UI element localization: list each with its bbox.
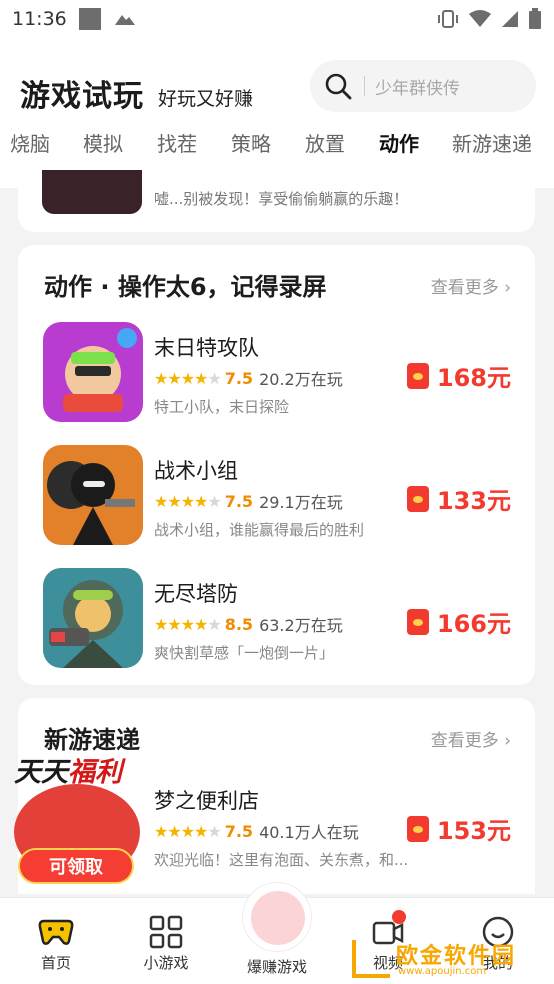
game-name: 无尽塔防 [154, 582, 238, 606]
game-score: 7.5 [224, 368, 254, 388]
nav-earn[interactable]: 爆赚游戏 [227, 956, 327, 977]
wifi-icon [469, 10, 491, 27]
search-icon [325, 73, 352, 100]
nav-home[interactable]: 首页 [6, 912, 106, 973]
star-rating-icon: ★★★★★ [154, 614, 222, 634]
nav-mini-games[interactable]: 小游戏 [116, 912, 216, 973]
game-rating: ★★★★★ 7.5 29.1万在玩 [154, 489, 343, 513]
game-item[interactable]: 末日特攻队 ★★★★★ 7.5 20.2万在玩 特工小队，末日探险 168元 [18, 322, 535, 426]
gamepad-icon [6, 912, 106, 952]
game-icon [43, 568, 143, 668]
red-packet-icon [406, 485, 429, 512]
tab-moni[interactable]: 模拟 [83, 128, 123, 157]
search-bar[interactable]: 少年群侠传 [310, 60, 536, 112]
chevron-right-icon: › [498, 731, 511, 751]
see-more-label[interactable]: 查看更多 [431, 731, 499, 751]
reward-amount: 166元 [436, 610, 511, 638]
tab-dongzuo[interactable]: 动作 [379, 128, 419, 157]
game-desc: 特工小队，末日探险 [154, 398, 290, 416]
reward-badge[interactable]: 168元 [406, 358, 511, 393]
cell-signal-icon [502, 11, 518, 27]
notification-icon [78, 8, 101, 30]
reward-badge[interactable]: 133元 [406, 481, 511, 516]
status-time: 11:36 [12, 8, 67, 30]
grid-icon [116, 912, 216, 952]
player-count: 29.1万在玩 [259, 493, 343, 512]
page-slogan: 好玩又好赚 [158, 88, 254, 110]
game-icon [43, 445, 143, 545]
see-more-link[interactable]: 查看更多 › [431, 273, 511, 298]
signal-mountain-icon [114, 15, 135, 25]
star-rating-icon: ★★★★★ [154, 491, 222, 511]
section-title: 动作 · 操作太6，记得录屏 [44, 273, 327, 301]
game-name: 梦之便利店 [154, 789, 259, 813]
watermark-url: www.apoujin.com [398, 966, 487, 977]
cash-icon [251, 891, 305, 945]
search-placeholder[interactable]: 少年群侠传 [375, 74, 460, 99]
reward-badge[interactable]: 153元 [406, 811, 511, 846]
chevron-right-icon: › [498, 278, 511, 298]
player-count: 63.2万在玩 [259, 616, 343, 635]
game-rating: ★★★★★ 7.5 20.2万在玩 [154, 366, 343, 390]
game-desc: 嘘...别被发现！享受偷偷躺赢的乐趣！ [154, 190, 409, 208]
see-more-link[interactable]: 查看更多 › [431, 726, 511, 751]
tab-shaonao[interactable]: 烧脑 [10, 128, 50, 157]
red-packet-icon [406, 362, 429, 389]
reward-badge[interactable]: 166元 [406, 604, 511, 639]
star-rating-icon: ★★★★★ [154, 368, 222, 388]
see-more-label[interactable]: 查看更多 [431, 278, 499, 298]
game-score: 7.5 [224, 491, 254, 511]
reward-amount: 168元 [436, 364, 511, 392]
game-name: 末日特攻队 [154, 336, 259, 360]
player-count: 20.2万在玩 [259, 370, 343, 389]
app-header: 游戏试玩 好玩又好赚 少年群侠传 烧脑 模拟 找茬 策略 放置 动作 新游速递 [0, 38, 554, 188]
star-rating-icon: ★★★★★ [154, 821, 222, 841]
game-desc: 欢迎光临！这里有泡面、关东煮，和... [154, 851, 409, 869]
search-divider [364, 76, 365, 96]
previous-card[interactable]: 嘘...别被发现！享受偷偷躺赢的乐趣！ [18, 170, 535, 232]
reward-amount: 133元 [436, 487, 511, 515]
action-section: 动作 · 操作太6，记得录屏 查看更多 › 末日特攻队 ★★★★★ 7.5 20… [18, 245, 535, 685]
category-tabs: 烧脑 模拟 找茬 策略 放置 动作 新游速递 [0, 128, 554, 175]
nav-mini-label: 小游戏 [143, 954, 189, 972]
tab-zhaocha[interactable]: 找茬 [157, 128, 197, 157]
reward-amount: 153元 [436, 817, 511, 845]
watermark-mark [352, 940, 390, 978]
welfare-title-b: 福利 [68, 757, 122, 788]
game-desc: 爽快割草感「一炮倒一片」 [154, 644, 335, 662]
player-count: 40.1万人在玩 [259, 823, 359, 842]
tab-celue[interactable]: 策略 [231, 128, 271, 157]
game-icon [42, 170, 142, 214]
game-rating: ★★★★★ 8.5 63.2万在玩 [154, 612, 343, 636]
game-rating: ★★★★★ 7.5 40.1万人在玩 [154, 819, 359, 843]
daily-welfare-widget[interactable]: 天天福利 可领取 [8, 750, 148, 886]
earn-center-button[interactable] [242, 882, 312, 952]
status-bar: 11:36 [0, 0, 554, 38]
battery-icon [529, 8, 541, 29]
game-item[interactable]: 无尽塔防 ★★★★★ 8.5 63.2万在玩 爽快割草感「一炮倒一片」 166元 [18, 568, 535, 672]
welfare-title-a: 天天 [14, 757, 68, 788]
red-packet-icon [406, 608, 429, 635]
game-score: 7.5 [224, 821, 254, 841]
watermark-logo: 欧金软件园 www.apoujin.com [352, 936, 548, 980]
claim-button[interactable]: 可领取 [18, 848, 134, 884]
game-desc: 战术小组，谁能赢得最后的胜利 [154, 521, 365, 539]
game-icon [43, 322, 143, 422]
nav-home-label: 首页 [40, 954, 71, 972]
game-name: 战术小组 [154, 459, 238, 483]
nav-earn-label: 爆赚游戏 [246, 958, 307, 976]
game-item[interactable]: 战术小组 ★★★★★ 7.5 29.1万在玩 战术小组，谁能赢得最后的胜利 13… [18, 445, 535, 549]
page-title: 游戏试玩 [20, 79, 144, 114]
welfare-title: 天天福利 [14, 750, 122, 789]
tab-xinyou[interactable]: 新游速递 [452, 128, 532, 157]
tab-fangzhi[interactable]: 放置 [305, 128, 345, 157]
game-score: 8.5 [224, 614, 254, 634]
notification-dot [392, 910, 406, 924]
red-packet-icon [406, 815, 429, 842]
vibrate-icon [438, 10, 458, 28]
